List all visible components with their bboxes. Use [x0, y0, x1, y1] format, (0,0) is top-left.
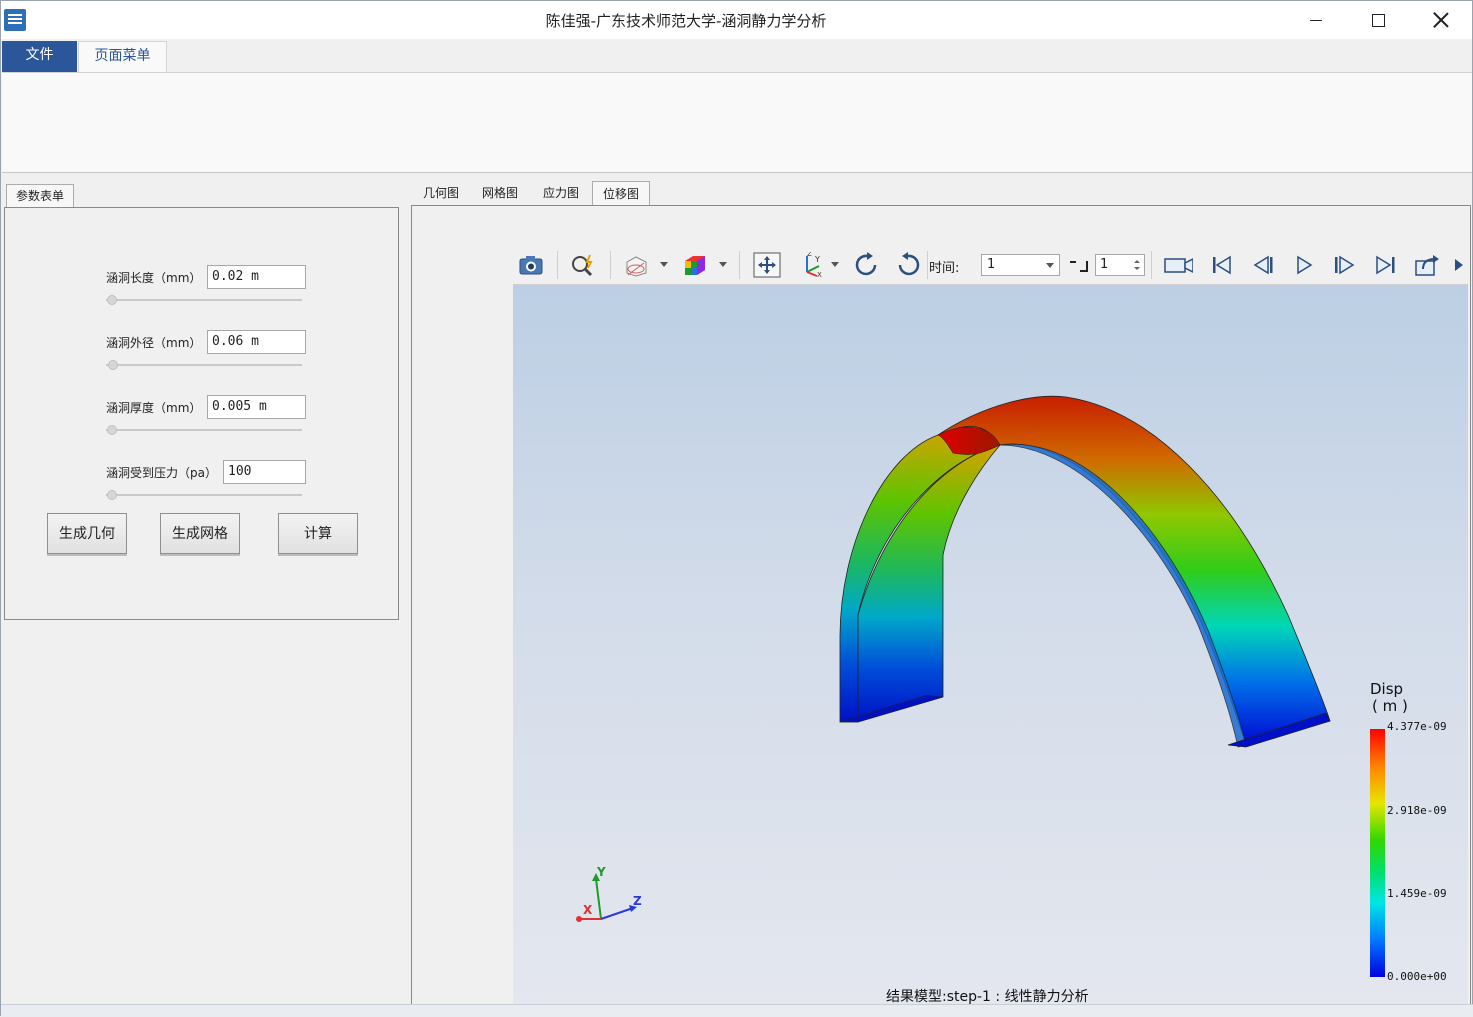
tab-file[interactable]: 文件 [2, 41, 77, 72]
toolbar-overflow-button[interactable] [1448, 251, 1468, 279]
title-bar: 陈佳强-广东技术师范大学-涵洞静力学分析 [1, 1, 1472, 39]
length-input[interactable]: 0.02 m [207, 265, 306, 289]
legend-tick: 2.918e-09 [1387, 804, 1447, 817]
axis-y-label: Y [597, 865, 606, 879]
rotate-counterclockwise-icon [898, 252, 920, 276]
skip-to-start-icon [1213, 255, 1231, 275]
outer-diameter-label: 涵洞外径（mm） [106, 336, 202, 350]
pressure-input[interactable]: 100 [223, 460, 306, 484]
colormap-dropdown-icon[interactable] [719, 262, 727, 267]
axis-z-label: Z [633, 894, 642, 908]
slider-handle[interactable] [107, 490, 117, 500]
thickness-slider[interactable] [106, 425, 302, 435]
legend-variable: Disp [1370, 680, 1404, 698]
skip-to-end-icon [1376, 255, 1395, 275]
time-select-value: 1 [987, 257, 996, 272]
chevron-right-icon [1455, 259, 1463, 271]
magnifier-icon [572, 254, 593, 277]
time-select[interactable]: 1 [981, 254, 1060, 276]
rotate-ccw-button[interactable] [893, 251, 923, 279]
compute-button[interactable]: 计算 [278, 513, 358, 554]
tab-page-menu[interactable]: 页面菜单 [78, 41, 167, 73]
legend-title: Disp ( m ) [1370, 681, 1408, 715]
last-frame-button[interactable] [1371, 251, 1401, 279]
thickness-label: 涵洞厚度（mm） [106, 401, 202, 415]
next-frame-button[interactable] [1330, 251, 1360, 279]
length-slider[interactable] [106, 295, 302, 305]
length-label: 涵洞长度（mm） [106, 271, 202, 285]
fit-arrows-icon [753, 252, 781, 278]
camera-icon [519, 256, 543, 275]
cube-hidden-icon [626, 256, 647, 277]
play-icon [1297, 255, 1313, 275]
view-axis-button[interactable]: YZ X [796, 251, 826, 279]
first-frame-button[interactable] [1207, 251, 1237, 279]
thickness-input[interactable]: 0.005 m [207, 395, 306, 419]
export-icon [1415, 255, 1439, 276]
maximize-button[interactable] [1347, 1, 1409, 39]
result-caption: 结果模型:step-1 : 线性静力分析 [886, 989, 1089, 1005]
play-button[interactable] [1289, 251, 1319, 279]
displacement-contour-model [839, 395, 1331, 748]
step-back-icon [1253, 255, 1273, 275]
spin-arrows-icon[interactable] [1133, 258, 1141, 272]
tab-geometry-view[interactable]: 几何图 [413, 181, 469, 206]
display-mode-button[interactable] [621, 251, 651, 279]
app-window: 陈佳强-广东技术师范大学-涵洞静力学分析 文件 页面菜单 参数表单 涵洞长度（m… [0, 0, 1473, 1017]
svg-text:Y: Y [814, 255, 820, 264]
time-label: 时间: [929, 261, 960, 276]
axis-x-label: X [583, 903, 593, 917]
ribbon-tab-bar: 文件 页面菜单 [1, 39, 1472, 73]
zoom-fit-button[interactable] [568, 251, 598, 279]
outer-diameter-input[interactable]: 0.06 m [207, 330, 306, 354]
step-spinbox[interactable]: 1 [1095, 254, 1145, 276]
generate-geometry-button[interactable]: 生成几何 [47, 513, 127, 554]
outer-diameter-slider[interactable] [106, 360, 302, 370]
window-title: 陈佳强-广东技术师范大学-涵洞静力学分析 [545, 12, 827, 30]
step-spinbox-value: 1 [1100, 257, 1109, 272]
previous-frame-button[interactable] [1248, 251, 1278, 279]
tab-parameter-form[interactable]: 参数表单 [6, 184, 74, 208]
screenshot-camera-button[interactable] [516, 251, 546, 279]
record-video-button[interactable] [1163, 251, 1193, 279]
legend-tick-min: 0.000e+00 [1387, 970, 1447, 983]
maximize-icon [1371, 13, 1385, 27]
ribbon-panel [2, 72, 1472, 173]
axis-orientation-icon: YZ X [806, 252, 822, 278]
close-button[interactable] [1410, 1, 1472, 39]
export-button[interactable] [1412, 251, 1442, 279]
tab-mesh-view[interactable]: 网格图 [472, 181, 528, 206]
legend-unit: ( m ) [1372, 697, 1408, 715]
svg-text:Z: Z [807, 252, 812, 258]
slider-handle[interactable] [107, 295, 117, 305]
fit-view-button[interactable] [752, 251, 782, 279]
3d-viewport[interactable]: Y Z X [513, 285, 1468, 1004]
rotate-clockwise-icon [855, 252, 877, 276]
colormap-button[interactable] [680, 251, 710, 279]
view-axis-dropdown-icon[interactable] [831, 262, 839, 267]
tab-stress-view[interactable]: 应力图 [533, 181, 589, 206]
legend-tick-max: 4.377e-09 [1387, 720, 1447, 733]
step-forward-icon [1335, 255, 1355, 275]
video-camera-icon [1164, 258, 1193, 273]
pressure-label: 涵洞受到压力（pa） [106, 466, 217, 480]
taskbar-fragment [1, 1004, 1473, 1017]
step-icon [1070, 261, 1088, 272]
slider-handle[interactable] [107, 425, 117, 435]
chevron-down-icon [1046, 263, 1054, 268]
close-icon [1433, 12, 1449, 28]
display-mode-dropdown-icon[interactable] [660, 262, 668, 267]
rotate-cw-button[interactable] [852, 251, 882, 279]
minimize-icon [1310, 19, 1322, 21]
pressure-slider[interactable] [106, 490, 302, 500]
parameter-panel [4, 207, 399, 620]
svg-text:X: X [817, 271, 822, 278]
color-legend-bar [1370, 729, 1385, 977]
tab-displacement-view[interactable]: 位移图 [592, 181, 651, 206]
minimize-button[interactable] [1285, 1, 1347, 39]
generate-mesh-button[interactable]: 生成网格 [160, 513, 240, 554]
color-cube-icon [685, 256, 705, 275]
slider-handle[interactable] [108, 360, 118, 370]
legend-tick: 1.459e-09 [1387, 887, 1447, 900]
